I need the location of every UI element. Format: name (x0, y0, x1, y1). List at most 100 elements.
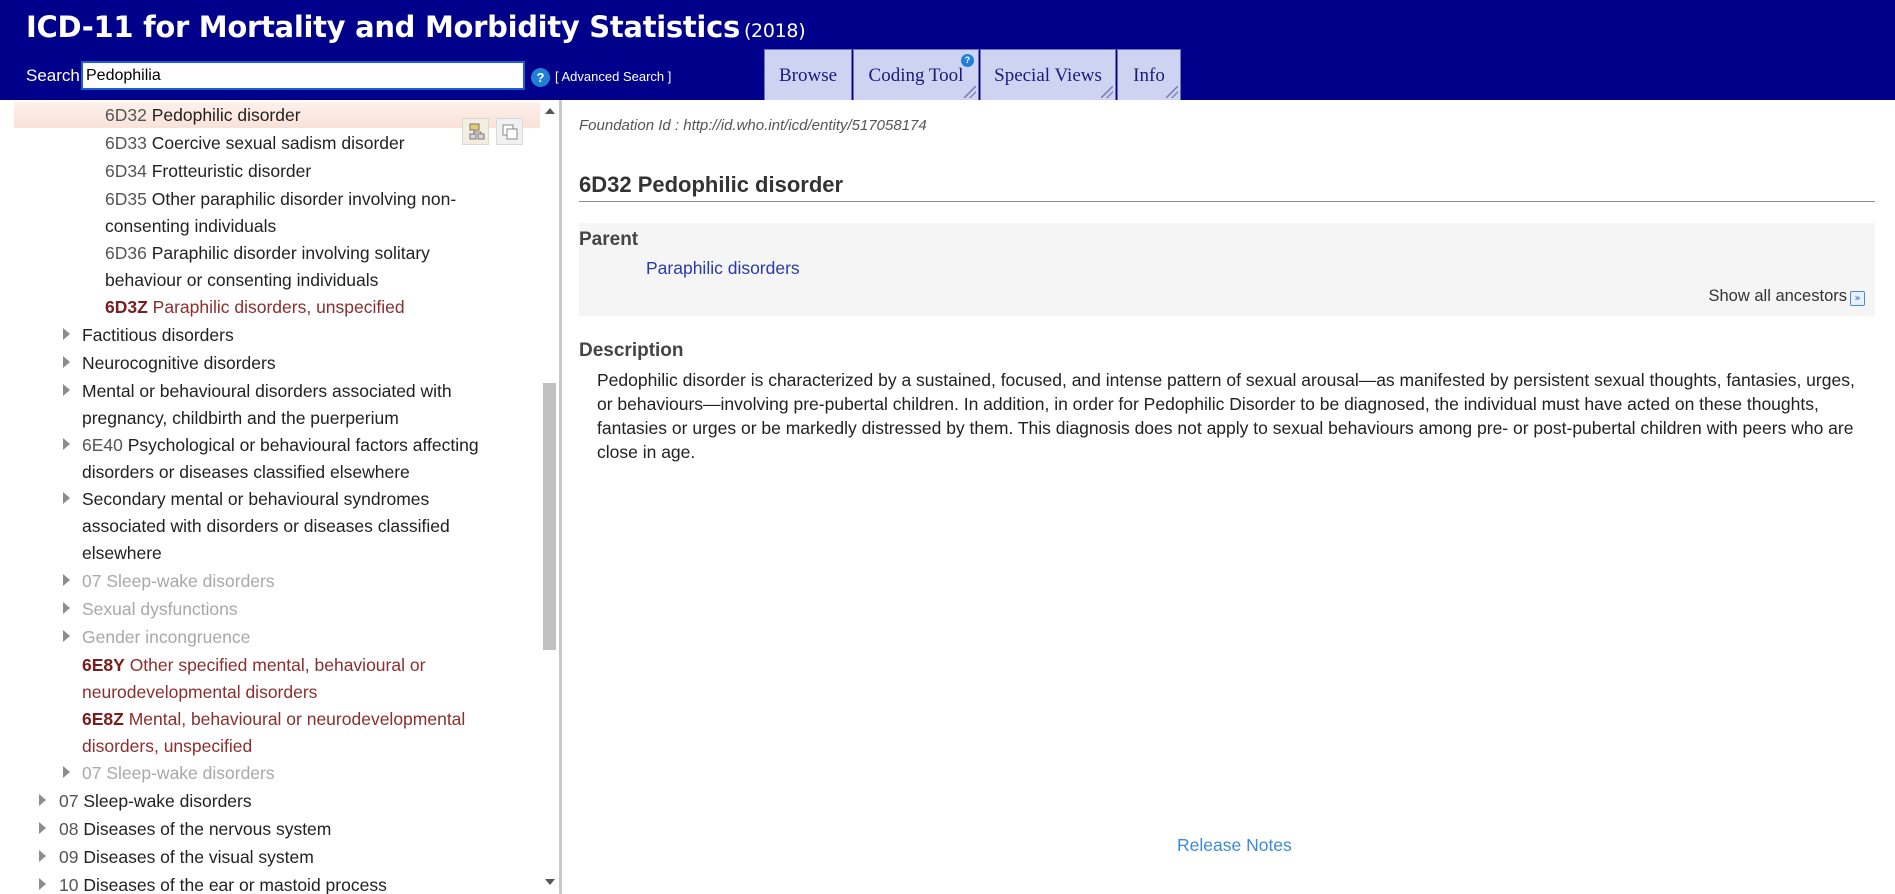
tree-item-sexual-dysfunctions[interactable]: Sexual dysfunctions (82, 596, 238, 623)
tree-item-label: associated with disorders or diseases cl… (82, 516, 450, 536)
tree-item-label: consenting individuals (105, 216, 277, 236)
tree-item-code: 6D35 (105, 189, 147, 209)
hierarchy-icon[interactable] (462, 118, 489, 145)
tree-item-factitious-disorders[interactable]: Factitious disorders (82, 322, 234, 349)
expand-down-icon[interactable]: » (1850, 291, 1865, 306)
resize-corner-icon (964, 86, 976, 98)
tab-coding-tool-label: Coding Tool (868, 65, 964, 86)
app-header: ICD-11 for Mortality and Morbidity Stati… (0, 0, 1895, 100)
release-notes-link[interactable]: Release Notes (1177, 835, 1292, 856)
tree-item-07-grey[interactable]: 07 Sleep-wake disorders (82, 568, 275, 595)
expand-arrow-icon[interactable] (63, 630, 70, 642)
scroll-down-arrow-icon[interactable] (545, 879, 555, 885)
expand-arrow-icon[interactable] (63, 328, 70, 340)
app-title-year: (2018) (743, 20, 806, 42)
entity-detail-panel: Foundation Id : http://id.who.int/icd/en… (565, 100, 1895, 894)
tree-item-label: Sexual dysfunctions (82, 599, 238, 619)
tree-item-code: 6D3Z (105, 297, 148, 317)
tab-info[interactable]: Info (1117, 49, 1181, 100)
tree-item-label: Diseases of the visual system (83, 847, 314, 867)
tree-item-label: Other paraphilic disorder involving non- (151, 189, 457, 209)
tree-item-label: Sleep-wake disorders (106, 571, 275, 591)
app-title: ICD-11 for Mortality and Morbidity Stati… (26, 10, 806, 44)
tree-item-label: Frotteuristic disorder (151, 161, 312, 181)
expand-arrow-icon[interactable] (63, 384, 70, 396)
tree-item-neurocognitive-disorders[interactable]: Neurocognitive disorders (82, 350, 276, 377)
tree-item-08[interactable]: 08 Diseases of the nervous system (59, 816, 331, 843)
expand-arrow-icon[interactable] (39, 822, 46, 834)
description-text: Pedophilic disorder is characterized by … (597, 370, 1855, 462)
tree-item-code: 08 (59, 819, 79, 839)
advanced-search-link[interactable]: [ Advanced Search ] (555, 69, 671, 84)
tree-item-label: disorders or diseases classified elsewhe… (82, 462, 410, 482)
tree-item-label: elsewhere (82, 543, 162, 563)
tree-item-code: 6E8Z (82, 709, 124, 729)
tree-item-6d34[interactable]: 6D34 Frotteuristic disorder (105, 158, 311, 185)
tree-item-label: Mental, behavioural or neurodevelopmenta… (128, 709, 466, 729)
tree-item-code: 09 (59, 847, 79, 867)
tree-item-label: Paraphilic disorders, unspecified (152, 297, 405, 317)
expand-arrow-icon[interactable] (63, 602, 70, 614)
tree-item-label: Mental or behavioural disorders associat… (82, 381, 452, 401)
tree-item-6e8z[interactable]: 6E8Z Mental, behavioural or neurodevelop… (82, 706, 465, 760)
tree-item-6e40[interactable]: 6E40 Psychological or behavioural factor… (82, 432, 479, 486)
tree-item-label: Factitious disorders (82, 325, 234, 345)
tree-item-label: Diseases of the nervous system (83, 819, 332, 839)
parent-heading: Parent (579, 229, 639, 250)
tree-item-label: Sleep-wake disorders (83, 791, 252, 811)
help-icon[interactable]: ? (531, 68, 550, 87)
expand-arrow-icon[interactable] (63, 574, 70, 586)
parent-link[interactable]: Paraphilic disorders (646, 258, 800, 279)
tree-item-6d36[interactable]: 6D36 Paraphilic disorder involving solit… (105, 240, 430, 294)
tree-item-label: Coercive sexual sadism disorder (151, 133, 405, 153)
search-label: Search (26, 66, 80, 85)
tree-item-label: Pedophilic disorder (151, 105, 301, 125)
expand-arrow-icon[interactable] (63, 356, 70, 368)
tree-item-code: 6E40 (82, 435, 123, 455)
scroll-thumb[interactable] (543, 383, 556, 650)
expand-arrow-icon[interactable] (63, 766, 70, 778)
tree-item-label: disorders, unspecified (82, 736, 253, 756)
tab-special-views[interactable]: Special Views (980, 49, 1116, 100)
tree-item-code: 6D32 (105, 105, 147, 125)
tree-item-label: neurodevelopmental disorders (82, 682, 318, 702)
tree-item-07[interactable]: 07 Sleep-wake disorders (59, 788, 252, 815)
tree-scrollbar[interactable] (540, 100, 559, 894)
tree-item-label: Neurocognitive disorders (82, 353, 276, 373)
expand-arrow-icon[interactable] (63, 438, 70, 450)
search-input[interactable] (81, 61, 525, 90)
scroll-up-arrow-icon[interactable] (545, 108, 555, 114)
tree-item-code: 6E8Y (82, 655, 125, 675)
tree-item-label: Secondary mental or behavioural syndrome… (82, 489, 430, 509)
tab-browse-label: Browse (778, 65, 838, 86)
tree-item-code: 07 (82, 571, 102, 591)
expand-arrow-icon[interactable] (63, 492, 70, 504)
expand-arrow-icon[interactable] (39, 878, 46, 890)
tree-item-code: 6D34 (105, 161, 147, 181)
resize-corner-icon (1166, 86, 1178, 98)
tree-item-10[interactable]: 10 Diseases of the ear or mastoid proces… (59, 872, 387, 894)
expand-arrow-icon[interactable] (39, 794, 46, 806)
tree-item-gender-incongruence[interactable]: Gender incongruence (82, 624, 250, 651)
tab-coding-tool[interactable]: Coding Tool ? (853, 49, 979, 100)
tab-browse[interactable]: Browse (764, 49, 852, 100)
tree-item-6d33[interactable]: 6D33 Coercive sexual sadism disorder (105, 130, 405, 157)
copy-icon[interactable] (496, 118, 523, 145)
tab-special-views-label: Special Views (994, 65, 1102, 86)
tree-item-6d35[interactable]: 6D35 Other paraphilic disorder involving… (105, 186, 456, 240)
tree-item-secondary-syndromes[interactable]: Secondary mental or behavioural syndrome… (82, 486, 450, 567)
foundation-id: Foundation Id : http://id.who.int/icd/en… (579, 117, 927, 134)
coding-tool-help-icon[interactable]: ? (961, 54, 974, 67)
entity-title: 6D32 Pedophilic disorder (579, 172, 1875, 202)
tree-item-6e8y[interactable]: 6E8Y Other specified mental, behavioural… (82, 652, 425, 706)
tree-item-6d32[interactable]: 6D32 Pedophilic disorder (105, 102, 301, 129)
show-ancestors-link[interactable]: Show all ancestors (1709, 287, 1848, 306)
tree-item-6d3z[interactable]: 6D3Z Paraphilic disorders, unspecified (105, 294, 405, 321)
tree-item-code: 6D36 (105, 243, 147, 263)
tree-item-label: Psychological or behavioural factors aff… (127, 435, 479, 455)
tree-item-pregnancy-disorders[interactable]: Mental or behavioural disorders associat… (82, 378, 452, 432)
tree-item-label: behaviour or consenting individuals (105, 270, 379, 290)
expand-arrow-icon[interactable] (39, 850, 46, 862)
tree-item-07-grey-2[interactable]: 07 Sleep-wake disorders (82, 760, 275, 787)
tree-item-09[interactable]: 09 Diseases of the visual system (59, 844, 314, 871)
